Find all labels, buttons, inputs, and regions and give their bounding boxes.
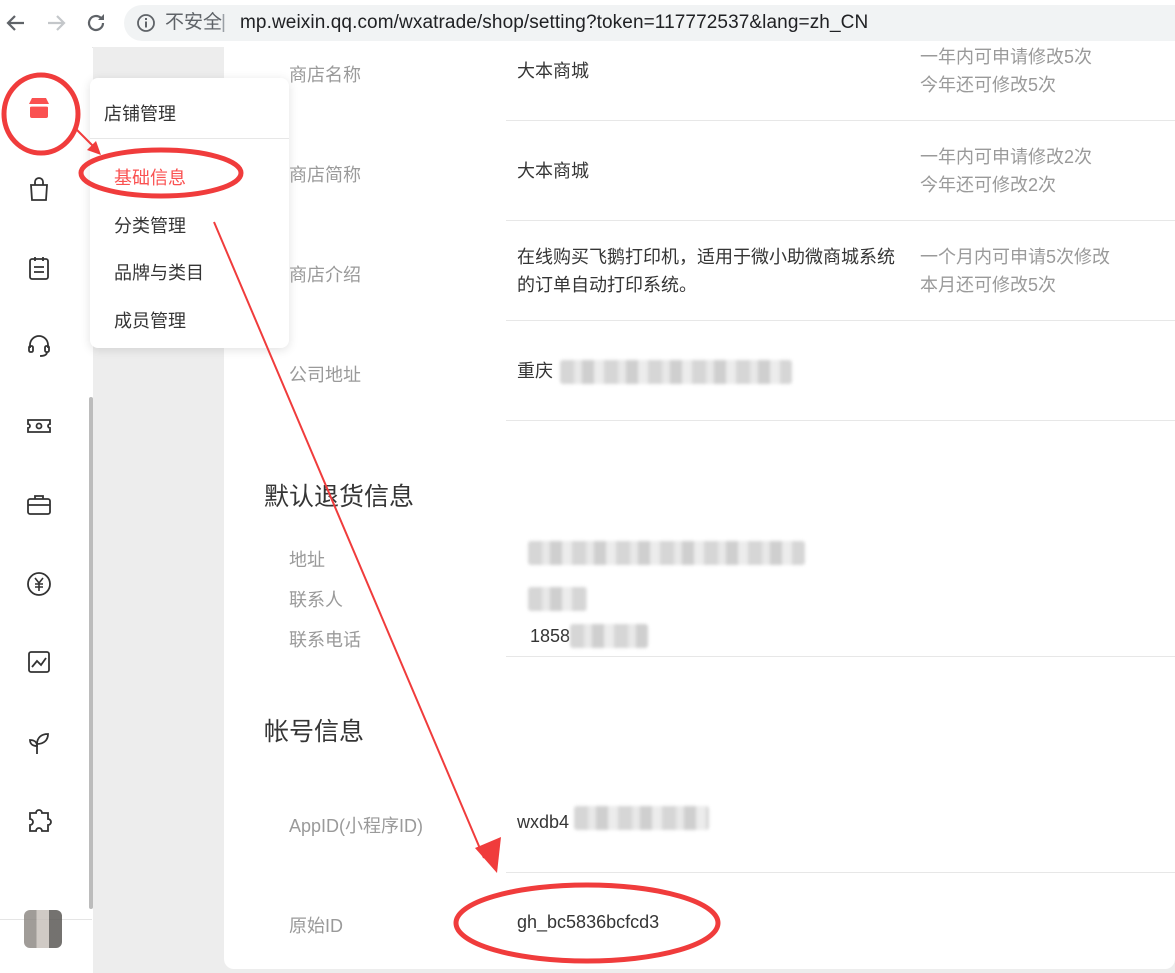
shop-intro-remaining: 本月还可修改5次 (920, 275, 1057, 295)
shop-short-name-hint: 一年内可申请修改2次 (920, 147, 1093, 167)
shop-name-label: 商店名称 (289, 65, 361, 85)
order-list-icon[interactable] (24, 253, 54, 283)
appid-label: AppID(小程序ID) (289, 816, 424, 836)
shop-management-menu: 店铺管理 基础信息 分类管理 品牌与类目 成员管理 (90, 78, 289, 348)
menu-title: 店铺管理 (104, 104, 176, 124)
row-divider (506, 420, 1175, 421)
row-divider (506, 872, 1175, 873)
shop-name-hint: 一年内可申请修改5次 (920, 47, 1093, 67)
shop-short-name-remaining: 今年还可修改2次 (920, 175, 1057, 195)
row-divider (506, 120, 1175, 121)
customer-service-icon[interactable] (24, 331, 54, 361)
browser-toolbar: 不安全 | mp.weixin.qq.com/wxatrade/shop/set… (0, 0, 1175, 48)
address-separator: | (221, 12, 226, 33)
shop-intro-label: 商店介绍 (289, 265, 361, 285)
yuan-icon[interactable] (24, 569, 54, 599)
shop-short-name-value: 大本商城 (517, 161, 589, 181)
company-address-value: 重庆 (517, 361, 553, 381)
return-address-label: 地址 (289, 550, 325, 570)
briefcase-icon[interactable] (24, 489, 54, 519)
company-address-label: 公司地址 (289, 365, 361, 385)
plugin-puzzle-icon[interactable] (24, 805, 54, 835)
redacted-address (560, 360, 792, 384)
return-info-title: 默认退货信息 (264, 483, 415, 511)
rail-scrollbar[interactable] (89, 397, 93, 909)
menu-item-category[interactable]: 分类管理 (114, 212, 186, 238)
sprout-icon[interactable] (24, 727, 54, 757)
return-phone-label: 联系电话 (289, 630, 361, 650)
row-divider (506, 220, 1175, 221)
address-bar[interactable]: 不安全 | mp.weixin.qq.com/wxatrade/shop/set… (124, 5, 1175, 41)
menu-item-brand[interactable]: 品牌与类目 (114, 259, 204, 285)
redacted-contact (528, 587, 587, 611)
back-arrow-icon[interactable] (4, 11, 28, 35)
info-icon[interactable] (136, 13, 156, 33)
coupon-icon[interactable] (24, 411, 54, 441)
menu-item-members[interactable]: 成员管理 (114, 307, 186, 333)
row-divider (506, 656, 1175, 657)
account-info-title: 帐号信息 (264, 718, 365, 746)
redacted-phone (570, 624, 648, 648)
redacted-appid (574, 806, 709, 830)
data-chart-icon[interactable] (24, 647, 54, 677)
shop-name-value: 大本商城 (517, 61, 589, 81)
reload-icon[interactable] (84, 11, 108, 35)
return-phone-value: 1858 (530, 626, 571, 646)
redacted-return-address (528, 541, 805, 565)
return-contact-label: 联系人 (289, 590, 343, 610)
shopping-bag-icon[interactable] (24, 174, 54, 204)
original-id-value[interactable]: gh_bc5836bcfcd3 (517, 908, 659, 936)
forward-arrow-icon[interactable] (44, 11, 68, 35)
avatar[interactable] (24, 910, 62, 948)
shop-intro-line1: 在线购买飞鹅打印机，适用于微小助微商城系统 (517, 247, 895, 267)
left-nav-rail (0, 47, 93, 973)
shop-name-remaining: 今年还可修改5次 (920, 75, 1057, 95)
url-text[interactable]: mp.weixin.qq.com/wxatrade/shop/setting?t… (240, 5, 868, 41)
shop-intro-line2: 的订单自动打印系统。 (517, 275, 697, 295)
shop-intro-hint: 一个月内可申请5次修改 (920, 247, 1111, 267)
appid-value[interactable]: wxdb4 (517, 808, 569, 836)
insecure-label: 不安全 (165, 12, 223, 33)
shop-short-name-label: 商店简称 (289, 165, 361, 185)
original-id-label: 原始ID (289, 916, 343, 936)
menu-divider (90, 138, 289, 139)
menu-item-basic-info[interactable]: 基础信息 (114, 164, 186, 190)
store-icon[interactable] (24, 93, 54, 123)
row-divider (506, 320, 1175, 321)
